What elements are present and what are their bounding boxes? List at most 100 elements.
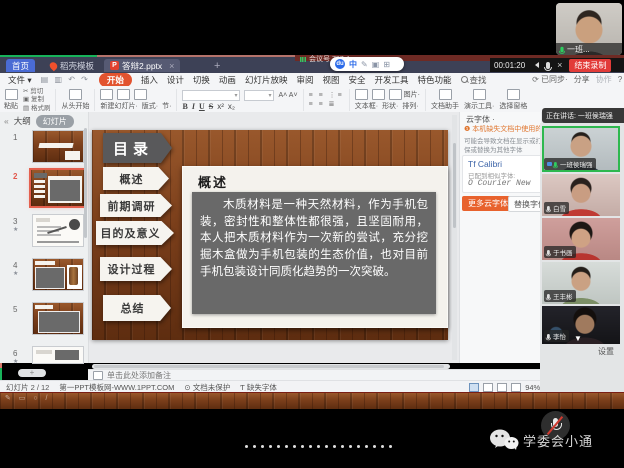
present-tools-button[interactable]: 演示工具·: [464, 87, 494, 113]
sync-status[interactable]: ⟳ 已同步·: [532, 74, 568, 85]
new-slide-label[interactable]: 新建幻灯片·: [100, 101, 137, 111]
tab-document[interactable]: P 答辩2.pptx ×: [104, 59, 180, 72]
menu-review[interactable]: 审阅: [296, 74, 313, 86]
section-icon[interactable]: [134, 89, 147, 100]
stop-recording-button[interactable]: 结束录制: [569, 59, 611, 72]
protection-status[interactable]: ⊙ 文档未保护: [184, 382, 230, 393]
normal-view-icon[interactable]: [469, 383, 479, 392]
play-from-start-button[interactable]: 从头开始: [61, 87, 89, 113]
layout-icon[interactable]: [117, 89, 130, 100]
slide-heading[interactable]: 概述: [198, 172, 228, 191]
slide-thumbnail-2-selected[interactable]: [31, 170, 85, 206]
more-cloud-fonts-button[interactable]: 更多云字体: [462, 196, 514, 211]
tab-home[interactable]: 首页: [6, 59, 35, 72]
doc-assistant-button[interactable]: 文档助手: [431, 87, 459, 113]
page-dot: [285, 445, 288, 448]
page-indicator-dots: [245, 445, 392, 448]
shape-label[interactable]: 形状·: [382, 101, 398, 111]
collab-button[interactable]: 协作: [596, 74, 612, 85]
shape-icon[interactable]: [372, 89, 385, 100]
menu-start[interactable]: 开始: [99, 73, 132, 87]
superscript-button[interactable]: x²: [217, 102, 224, 111]
find-button[interactable]: 查找: [461, 74, 487, 86]
slide-thumbnail-1[interactable]: [33, 131, 83, 162]
menu-transition[interactable]: 切换: [193, 74, 210, 86]
wps-ribbon: 粘贴 ✂ 剪切 ▣ 复制 ▤ 格式刷 从头开始 新建幻灯片· 版式· 节·: [0, 86, 624, 115]
slide-thumbnail-5[interactable]: [33, 303, 83, 334]
ime-brand-icon[interactable]: du: [335, 59, 345, 69]
menu-view[interactable]: 视图: [322, 74, 339, 86]
slideshow-view-icon[interactable]: [511, 383, 521, 392]
annotation-tools-icons[interactable]: ✎ ▭ ○ /: [5, 394, 51, 402]
textbox-label[interactable]: 文本框·: [355, 101, 378, 111]
nav-summary[interactable]: 总结: [103, 295, 171, 321]
paste-button[interactable]: 粘贴: [4, 87, 18, 113]
thumbnail-scrollbar[interactable]: [84, 128, 87, 238]
selection-pane-button[interactable]: 选择窗格: [499, 87, 527, 113]
menu-security[interactable]: 安全: [348, 74, 365, 86]
recording-close-icon[interactable]: ×: [557, 60, 562, 70]
font-name-combobox[interactable]: ▾: [182, 90, 240, 101]
cut-button[interactable]: ✂ 剪切: [23, 88, 50, 96]
paragraph-tools[interactable]: ≡ ≡ ⋮≡≡ ≡ ≣: [309, 87, 344, 113]
subscript-button[interactable]: x₂: [228, 102, 235, 111]
nav-process[interactable]: 设计过程: [100, 257, 172, 281]
menu-design[interactable]: 设计: [167, 74, 184, 86]
tab-outline[interactable]: 大纲: [14, 115, 31, 127]
slide-sorter-icon[interactable]: [483, 383, 493, 392]
menu-animation[interactable]: 动画: [219, 74, 236, 86]
italic-button[interactable]: I: [192, 102, 195, 111]
recording-mic-icon[interactable]: [546, 62, 550, 69]
participant-video-4[interactable]: 王丰彬: [542, 262, 620, 304]
picture-button[interactable]: 图片·: [389, 89, 420, 100]
new-tab-button[interactable]: +: [214, 60, 220, 72]
missing-fonts-status[interactable]: Ƭ 缺失字体: [240, 382, 277, 393]
ime-pen-icon[interactable]: ✎: [361, 60, 368, 69]
panel-collapse-icon[interactable]: «: [4, 116, 9, 126]
slide-thumbnail-4[interactable]: [33, 259, 83, 290]
ime-mode[interactable]: 中: [349, 59, 357, 70]
quick-access-icons[interactable]: ▤ ▥ ↶ ↷: [41, 75, 90, 84]
add-slide-button[interactable]: +: [18, 369, 46, 377]
underline-button[interactable]: U: [199, 102, 205, 111]
menu-features[interactable]: 特色功能: [418, 74, 452, 86]
self-video-thumbnail[interactable]: 一班...: [556, 3, 622, 55]
bold-button[interactable]: B: [182, 102, 187, 111]
menu-file[interactable]: 文件 ▾: [8, 74, 32, 86]
participant-video-2[interactable]: 白雪: [542, 174, 620, 216]
speaker-icon[interactable]: [532, 62, 539, 68]
ime-grid-icon[interactable]: ⊞: [383, 60, 390, 69]
ime-toolbox-icon[interactable]: ▣: [372, 60, 380, 69]
scroll-down-arrow-icon[interactable]: ▼: [574, 334, 582, 343]
nav-overview[interactable]: 概述: [103, 167, 169, 190]
slide-thumbnail-6[interactable]: [33, 347, 83, 363]
tab-close-icon[interactable]: ×: [169, 61, 174, 71]
help-button[interactable]: ?: [618, 75, 622, 84]
layout-label[interactable]: 版式·: [142, 101, 158, 111]
slide-body-textbox[interactable]: 木质材料是一种天然材料，作为手机包装，密封性和整体性都很强，且坚固耐用，本人把木…: [192, 192, 436, 314]
section-label[interactable]: 节·: [162, 101, 171, 111]
ime-toolbar[interactable]: du 中 ✎ ▣ ⊞: [330, 57, 404, 71]
participant-video-1[interactable]: 一班侯瑞强: [542, 126, 620, 172]
tab-docer[interactable]: 稻壳模板: [44, 59, 100, 72]
slide-thumbnail-3[interactable]: [33, 215, 83, 246]
menu-insert[interactable]: 插入: [141, 74, 158, 86]
textbox-icon[interactable]: [355, 89, 368, 100]
arrange-label[interactable]: 排列·: [402, 101, 418, 111]
slide-number-3: 3: [13, 217, 17, 226]
new-slide-icon[interactable]: [100, 89, 113, 100]
nav-research[interactable]: 前期调研: [100, 194, 172, 217]
copy-button[interactable]: ▣ 复制: [23, 96, 50, 104]
font-size-combobox[interactable]: ▾: [244, 90, 274, 101]
reading-view-icon[interactable]: [497, 383, 507, 392]
menu-devtools[interactable]: 开发工具: [375, 74, 409, 86]
settings-link[interactable]: 设置: [598, 346, 614, 357]
toc-title-shape[interactable]: 目录: [103, 133, 172, 163]
strike-button[interactable]: S: [209, 102, 213, 111]
vertical-scrollbar[interactable]: [452, 115, 457, 360]
tab-slides[interactable]: 幻灯片: [36, 115, 74, 128]
participant-video-3[interactable]: 于书画: [542, 218, 620, 260]
share-button[interactable]: 分享: [574, 74, 590, 85]
nav-purpose[interactable]: 目的及意义: [96, 221, 174, 245]
menu-slideshow[interactable]: 幻灯片放映: [245, 74, 288, 86]
